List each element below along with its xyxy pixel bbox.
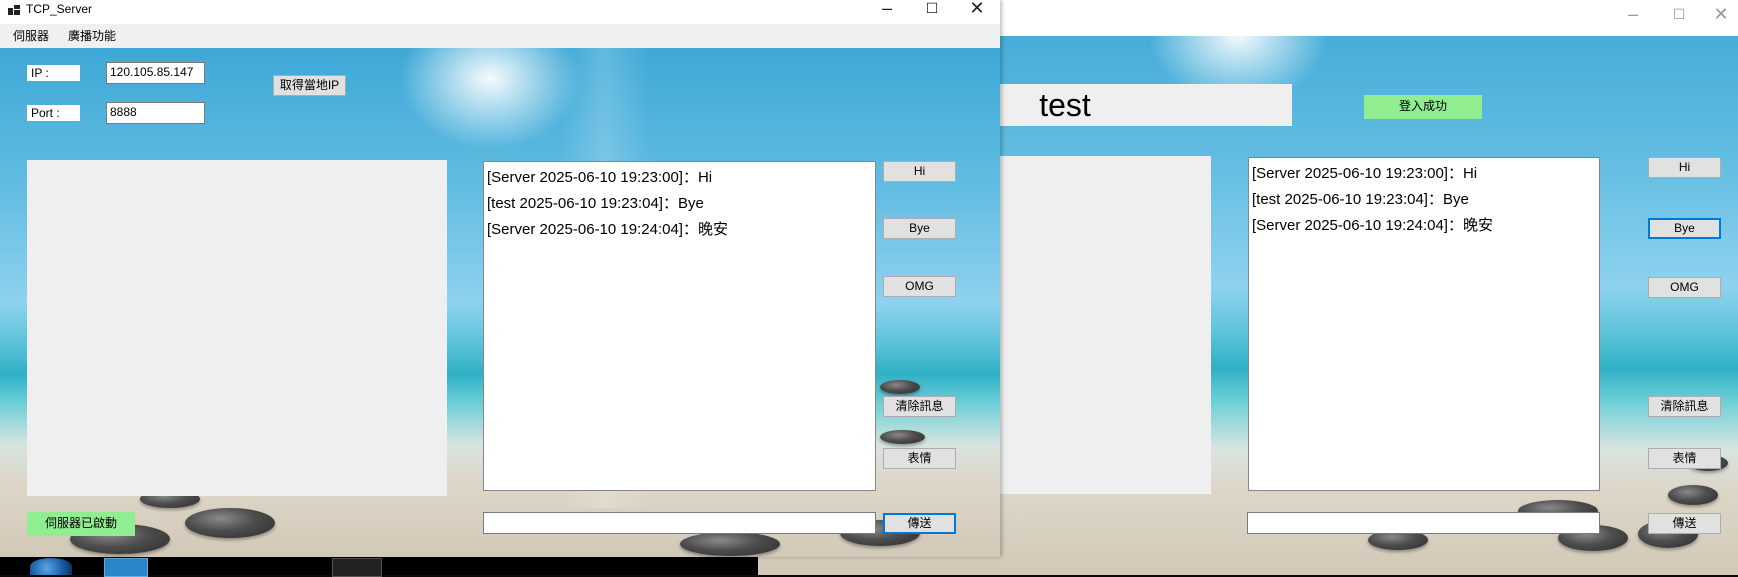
stone bbox=[880, 430, 925, 444]
message-item: [Server 2025-06-10 19:23:00]：Hi bbox=[1252, 165, 1478, 182]
message-item: [Server 2025-06-10 19:23:00]：Hi bbox=[487, 169, 713, 186]
get-local-ip-button[interactable]: 取得當地IP bbox=[273, 75, 346, 96]
menu-server[interactable]: 伺服器 bbox=[7, 24, 55, 48]
stone bbox=[1668, 485, 1718, 505]
send-button[interactable]: 傳送 bbox=[883, 513, 956, 534]
stone bbox=[185, 508, 275, 538]
app-icon bbox=[8, 4, 20, 15]
server-window: TCP_Server – ☐ ✕ 伺服器 廣播功能 IP : 120.105.8… bbox=[0, 0, 1000, 557]
message-item: [Server 2025-06-10 19:24:04]：晚安 bbox=[1252, 217, 1493, 234]
browser-taskbar-icon[interactable] bbox=[30, 558, 72, 575]
omg-button[interactable]: OMG bbox=[1648, 277, 1721, 298]
client-list-panel bbox=[27, 160, 447, 496]
clear-messages-button[interactable]: 清除訊息 bbox=[1648, 396, 1721, 417]
window-title: TCP_Server bbox=[26, 2, 93, 16]
message-input[interactable] bbox=[483, 512, 876, 534]
menu-bar bbox=[0, 24, 1000, 48]
port-label: Port : bbox=[27, 105, 80, 121]
taskbar-item[interactable] bbox=[332, 558, 382, 577]
message-input[interactable] bbox=[1247, 512, 1600, 534]
server-status-label: 伺服器已啟動 bbox=[27, 512, 135, 536]
stone bbox=[680, 532, 780, 556]
message-list[interactable]: [Server 2025-06-10 19:23:00]：Hi [test 20… bbox=[1248, 157, 1600, 491]
bye-button[interactable]: Bye bbox=[1648, 218, 1721, 239]
message-item: [test 2025-06-10 19:23:04]：Bye bbox=[1252, 191, 1469, 208]
login-status-label: 登入成功 bbox=[1364, 95, 1482, 119]
minimize-icon[interactable]: – bbox=[1610, 4, 1656, 28]
hi-button[interactable]: Hi bbox=[1648, 157, 1721, 178]
ip-field[interactable]: 120.105.85.147 bbox=[106, 62, 205, 84]
emoji-button[interactable]: 表情 bbox=[883, 448, 956, 469]
stone bbox=[880, 380, 920, 394]
bye-button[interactable]: Bye bbox=[883, 218, 956, 239]
message-item: [test 2025-06-10 19:23:04]：Bye bbox=[487, 195, 704, 212]
close-icon[interactable]: ✕ bbox=[1698, 4, 1738, 28]
maximize-icon[interactable]: ☐ bbox=[909, 0, 955, 22]
close-icon[interactable]: ✕ bbox=[954, 0, 1000, 22]
app-taskbar-icon[interactable] bbox=[104, 558, 148, 577]
omg-button[interactable]: OMG bbox=[883, 276, 956, 297]
minimize-icon[interactable]: – bbox=[864, 0, 910, 22]
server-titlebar[interactable] bbox=[0, 0, 1000, 24]
emoji-button[interactable]: 表情 bbox=[1648, 448, 1721, 469]
port-field[interactable]: 8888 bbox=[106, 102, 205, 124]
send-button[interactable]: 傳送 bbox=[1648, 513, 1721, 534]
maximize-icon[interactable]: ☐ bbox=[1656, 4, 1702, 28]
message-item: [Server 2025-06-10 19:24:04]：晚安 bbox=[487, 221, 728, 238]
hi-button[interactable]: Hi bbox=[883, 161, 956, 182]
clear-messages-button[interactable]: 清除訊息 bbox=[883, 396, 956, 417]
ip-label: IP : bbox=[27, 65, 80, 81]
menu-broadcast[interactable]: 廣播功能 bbox=[62, 24, 122, 48]
message-list[interactable]: [Server 2025-06-10 19:23:00]：Hi [test 20… bbox=[483, 161, 876, 491]
